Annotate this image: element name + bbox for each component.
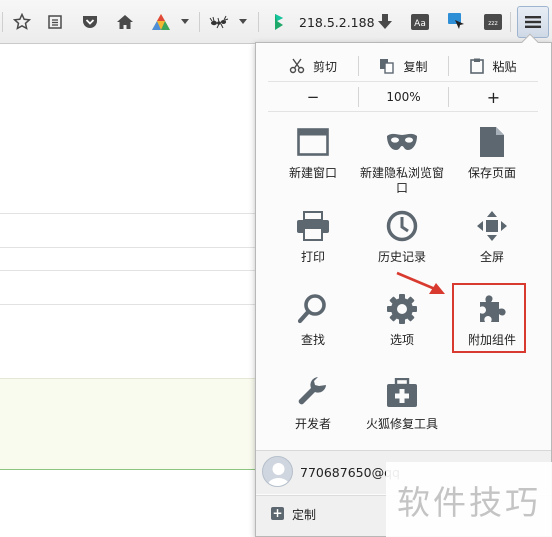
magnifier-icon [293, 291, 333, 327]
wrench-icon [293, 375, 333, 411]
menu-item-label: 新建隐私浏览窗口 [359, 166, 444, 195]
addon-triangle-icon[interactable] [150, 11, 172, 33]
menu-item-label: 查找 [300, 333, 325, 347]
copy-icon [380, 59, 395, 74]
menu-item-label: 保存页面 [467, 166, 516, 180]
download-icon[interactable] [374, 11, 396, 33]
menu-item-label: 开发者 [294, 417, 331, 431]
zoom-controls: − 100% + [268, 81, 538, 111]
new-window-icon [293, 124, 333, 160]
paste-label: 粘贴 [492, 59, 517, 74]
toolbar-separator [2, 12, 3, 32]
copy-label: 复制 [403, 59, 428, 74]
page-highlight-area [0, 378, 256, 470]
toolbox-icon [382, 375, 422, 411]
zoom-in-button[interactable]: + [449, 82, 538, 112]
menu-item-history[interactable]: 历史记录 [357, 208, 447, 265]
pocket-icon[interactable] [79, 11, 101, 33]
svg-text:Aa: Aa [414, 19, 426, 29]
cut-label: 剪切 [312, 59, 337, 74]
avatar [262, 456, 293, 487]
plus-icon: + [271, 506, 284, 520]
zoom-level: 100% [386, 90, 421, 104]
menu-item-print[interactable]: 打印 [268, 208, 358, 265]
menu-item-repair-tool[interactable]: 火狐修复工具 [357, 375, 447, 432]
page-divider [0, 247, 256, 248]
menu-item-label: 全屏 [479, 250, 504, 264]
copy-button[interactable]: 复制 [359, 51, 448, 81]
ip-address[interactable]: 218.5.2.188 [299, 15, 375, 30]
page-green-line [0, 469, 256, 470]
clipboard-icon [470, 58, 485, 74]
watermark: 软件技巧 [386, 462, 552, 537]
menu-item-label: 火狐修复工具 [365, 417, 438, 431]
leaf-icon[interactable] [268, 11, 290, 33]
scissors-icon [289, 58, 305, 74]
cut-button[interactable]: 剪切 [268, 51, 358, 81]
menu-item-label: 历史记录 [377, 250, 426, 264]
reading-list-icon[interactable] [44, 11, 66, 33]
bookmark-star-icon[interactable] [11, 11, 33, 33]
zzz-icon[interactable]: zzz [482, 11, 504, 33]
menu-item-private-window[interactable]: 新建隐私浏览窗口 [357, 124, 447, 196]
ant-icon[interactable] [208, 11, 230, 33]
edit-controls: 剪切 复制 粘贴 [268, 51, 538, 81]
menu-item-label: 打印 [300, 250, 325, 264]
menu-item-new-window[interactable]: 新建窗口 [268, 124, 358, 181]
save-page-icon [472, 124, 512, 160]
hamburger-menu-icon[interactable] [517, 6, 549, 38]
menu-item-label: 新建窗口 [288, 166, 337, 180]
addons-highlight-box [452, 283, 526, 353]
page-divider [0, 213, 256, 214]
zoom-out-label: − [306, 88, 320, 106]
customize-label[interactable]: 定制 [292, 506, 316, 523]
menu-item-fullscreen[interactable]: 全屏 [447, 208, 537, 265]
toolbar-separator [199, 12, 200, 32]
toolbar-separator [258, 12, 259, 32]
svg-text:zzz: zzz [488, 20, 497, 27]
dropdown-icon[interactable] [236, 11, 250, 33]
account-email[interactable]: 770687650@qq [300, 465, 400, 480]
aa-icon[interactable]: Aa [409, 11, 431, 33]
clock-icon [382, 208, 422, 244]
menu-divider [268, 111, 538, 112]
menu-item-developer[interactable]: 开发者 [268, 375, 358, 432]
menu-item-find[interactable]: 查找 [268, 291, 358, 348]
zoom-out-button[interactable]: − [268, 82, 358, 112]
zoom-in-label: + [486, 87, 501, 107]
zoom-reset-button[interactable]: 100% [359, 82, 448, 112]
home-icon[interactable] [114, 11, 136, 33]
red-annotation-arrow [396, 271, 445, 294]
browser-toolbar: 218.5.2.188 Aa zzz [0, 0, 552, 44]
menu-item-label: 选项 [389, 333, 414, 347]
translate-icon[interactable] [446, 11, 468, 33]
printer-icon [293, 208, 333, 244]
dropdown-icon[interactable] [178, 11, 192, 33]
page-divider [0, 270, 256, 271]
watermark-text: 软件技巧 [397, 482, 541, 522]
fullscreen-icon [472, 208, 512, 244]
paste-button[interactable]: 粘贴 [449, 51, 538, 81]
toolbar-separator [510, 12, 511, 32]
private-mask-icon [382, 124, 422, 160]
menu-item-save-page[interactable]: 保存页面 [447, 124, 537, 181]
page-divider [0, 304, 256, 305]
